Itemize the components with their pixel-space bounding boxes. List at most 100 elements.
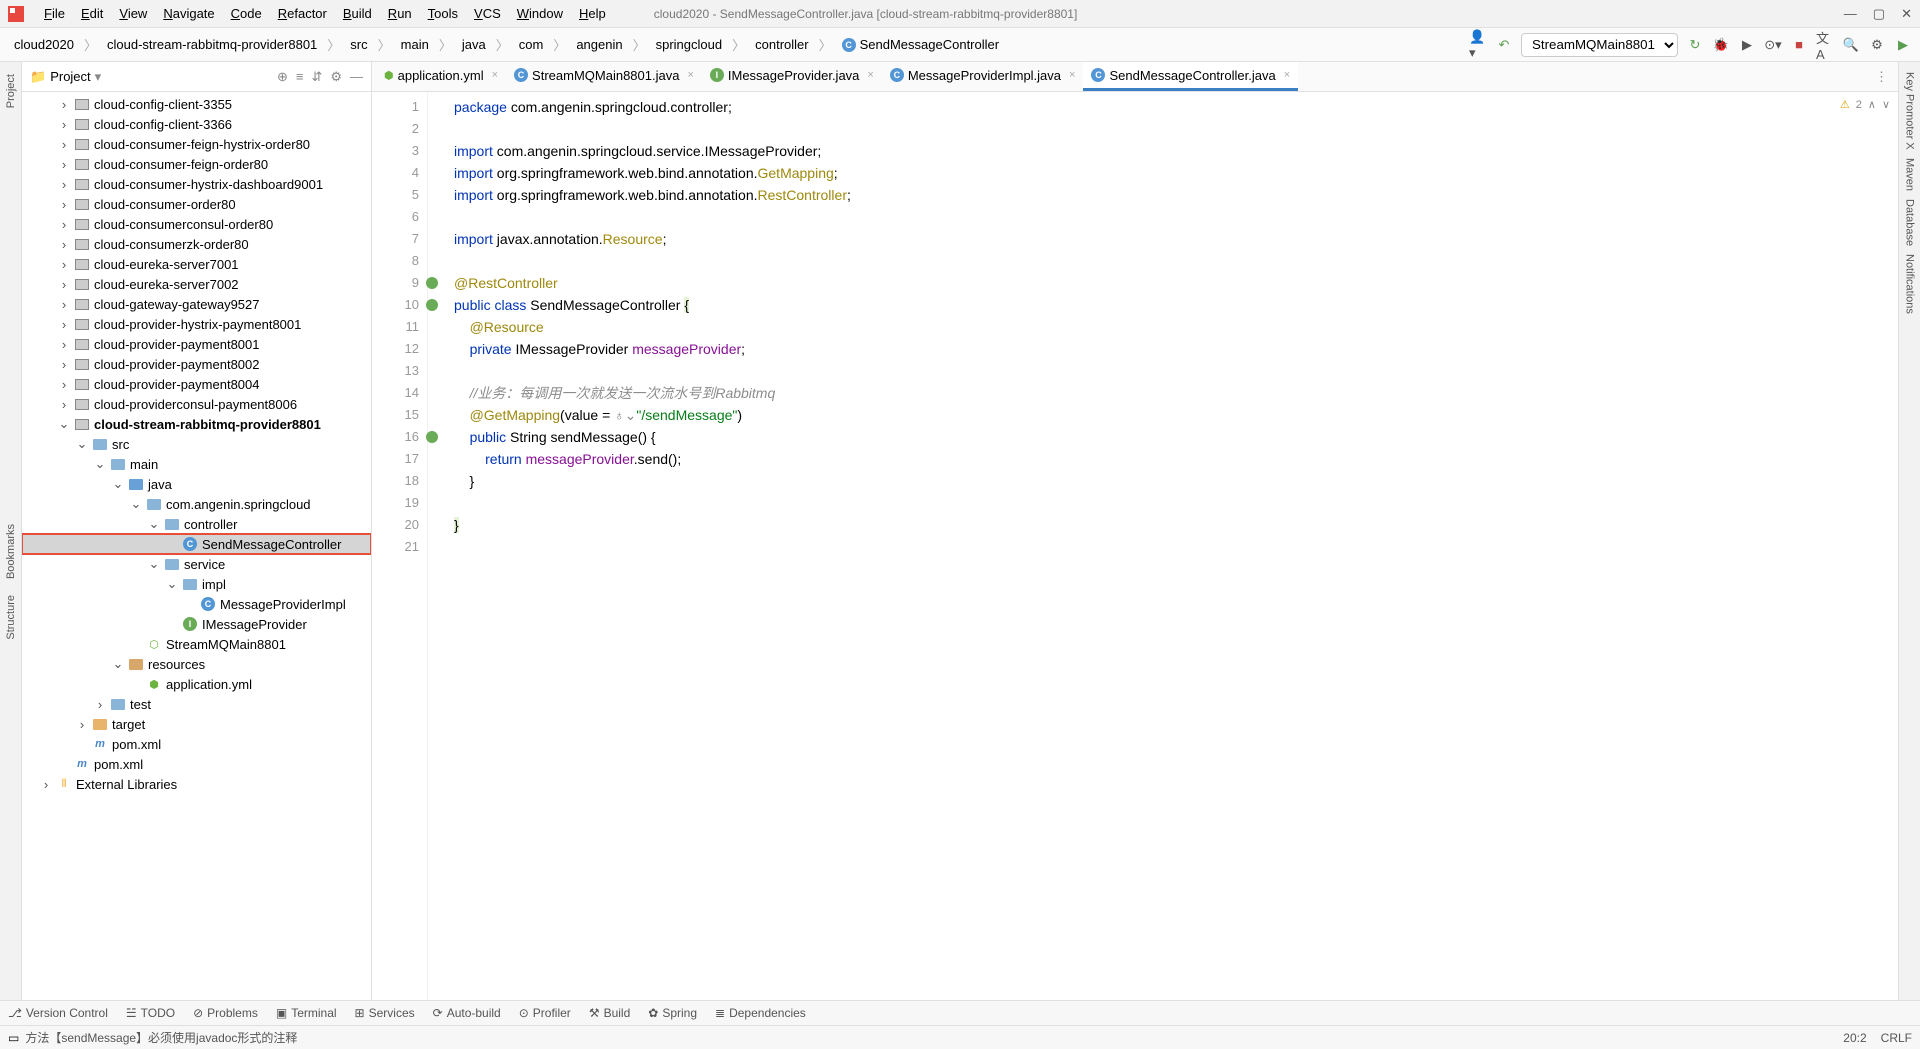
tool-problems[interactable]: ⊘Problems — [193, 1006, 258, 1020]
tree-node[interactable]: ⬢application.yml — [22, 674, 371, 694]
tree-node[interactable]: ›cloud-providerconsul-payment8006 — [22, 394, 371, 414]
tree-node[interactable]: ⬡StreamMQMain8801 — [22, 634, 371, 654]
close-tab-icon[interactable]: × — [1284, 69, 1290, 81]
tree-node[interactable]: ›cloud-eureka-server7002 — [22, 274, 371, 294]
tree-node[interactable]: ›target — [22, 714, 371, 734]
tree-node[interactable]: ›cloud-consumer-hystrix-dashboard9001 — [22, 174, 371, 194]
project-tree[interactable]: ›cloud-config-client-3355›cloud-config-c… — [22, 92, 371, 1000]
close-tab-icon[interactable]: × — [867, 69, 873, 81]
minimize-button[interactable]: — — [1844, 6, 1857, 22]
tree-node[interactable]: ›cloud-consumer-order80 — [22, 194, 371, 214]
tree-node[interactable]: ›cloud-provider-payment8001 — [22, 334, 371, 354]
next-icon[interactable]: ∨ — [1882, 98, 1890, 111]
menu-refactor[interactable]: Refactor — [270, 6, 335, 21]
run-icon[interactable]: ↻ — [1686, 36, 1704, 54]
breadcrumb-item[interactable]: cloud2020 — [8, 35, 80, 54]
tree-node[interactable]: ⌄java — [22, 474, 371, 494]
menu-edit[interactable]: Edit — [73, 6, 111, 21]
tree-node[interactable]: ›test — [22, 694, 371, 714]
editor-tab[interactable]: CMessageProviderImpl.java× — [882, 62, 1084, 91]
project-view-dropdown[interactable]: ▾ — [95, 69, 102, 85]
tree-node[interactable]: mpom.xml — [22, 734, 371, 754]
close-tab-icon[interactable]: × — [687, 69, 693, 81]
editor-tab[interactable]: IIMessageProvider.java× — [702, 62, 882, 91]
run-anything-icon[interactable]: ▶ — [1894, 36, 1912, 54]
menu-window[interactable]: Window — [509, 6, 571, 21]
settings-icon[interactable]: ⚙ — [330, 69, 342, 85]
breadcrumb-item[interactable]: java — [456, 35, 492, 54]
tool-profiler[interactable]: ⊙Profiler — [519, 1006, 571, 1020]
tree-node[interactable]: CSendMessageController — [22, 534, 371, 554]
menu-vcs[interactable]: VCS — [466, 6, 509, 21]
tree-node[interactable]: ›⫴External Libraries — [22, 774, 371, 794]
menu-code[interactable]: Code — [223, 6, 270, 21]
breadcrumb-item[interactable]: controller — [749, 35, 814, 54]
breadcrumb-item[interactable]: main — [395, 35, 435, 54]
hide-icon[interactable]: — — [350, 69, 363, 85]
user-icon[interactable]: 👤▾ — [1469, 36, 1487, 54]
tree-node[interactable]: ⌄resources — [22, 654, 371, 674]
menu-help[interactable]: Help — [571, 6, 614, 21]
translate-icon[interactable]: 文A — [1816, 36, 1834, 54]
run-config-selector[interactable]: StreamMQMain8801 — [1521, 33, 1678, 57]
tree-node[interactable]: ›cloud-consumerzk-order80 — [22, 234, 371, 254]
line-gutter[interactable]: 123456789101112131415161718192021 — [372, 92, 428, 1000]
tree-node[interactable]: ›cloud-eureka-server7001 — [22, 254, 371, 274]
menu-run[interactable]: Run — [380, 6, 420, 21]
notifications-button[interactable]: Notifications — [1904, 250, 1916, 318]
tool-auto-build[interactable]: ⟳Auto-build — [433, 1006, 501, 1020]
breadcrumb-item[interactable]: angenin — [570, 35, 628, 54]
tree-node[interactable]: mpom.xml — [22, 754, 371, 774]
debug-icon[interactable]: 🐞 — [1712, 36, 1730, 54]
menu-build[interactable]: Build — [335, 6, 380, 21]
menu-navigate[interactable]: Navigate — [155, 6, 222, 21]
editor-tab[interactable]: CSendMessageController.java× — [1083, 62, 1298, 91]
breadcrumb-item[interactable]: src — [344, 35, 373, 54]
tree-node[interactable]: ›cloud-provider-hystrix-payment8001 — [22, 314, 371, 334]
tree-node[interactable]: ⌄main — [22, 454, 371, 474]
inspection-widget[interactable]: ⚠ 2 ∧ ∨ — [1840, 98, 1890, 111]
editor-tab[interactable]: ⬢application.yml× — [376, 62, 506, 91]
close-button[interactable]: ✕ — [1901, 6, 1912, 22]
expand-icon[interactable]: ≡ — [296, 69, 304, 85]
code-content[interactable]: package com.angenin.springcloud.controll… — [428, 92, 1898, 1000]
caret-position[interactable]: 20:2 — [1843, 1031, 1866, 1045]
tree-node[interactable]: CMessageProviderImpl — [22, 594, 371, 614]
tree-node[interactable]: ⌄controller — [22, 514, 371, 534]
menu-tools[interactable]: Tools — [420, 6, 466, 21]
tool-terminal[interactable]: ▣Terminal — [276, 1006, 337, 1020]
tree-node[interactable]: ›cloud-consumer-feign-order80 — [22, 154, 371, 174]
tool-dependencies[interactable]: ≣Dependencies — [715, 1006, 806, 1020]
tool-version-control[interactable]: ⎇Version Control — [8, 1006, 108, 1020]
collapse-icon[interactable]: ⇵ — [311, 69, 322, 85]
profile-icon[interactable]: ⊙▾ — [1764, 36, 1782, 54]
tabs-more-icon[interactable]: ⋮ — [1865, 69, 1898, 85]
close-tab-icon[interactable]: × — [1069, 69, 1075, 81]
tree-node[interactable]: ⌄cloud-stream-rabbitmq-provider8801 — [22, 414, 371, 434]
tool-services[interactable]: ⊞Services — [355, 1006, 415, 1020]
prev-icon[interactable]: ∧ — [1868, 98, 1876, 111]
close-tab-icon[interactable]: × — [492, 69, 498, 81]
tree-node[interactable]: ›cloud-config-client-3366 — [22, 114, 371, 134]
tool-todo[interactable]: ☱TODO — [126, 1006, 175, 1020]
locate-icon[interactable]: ⊕ — [277, 69, 288, 85]
structure-tool-button[interactable]: Structure — [5, 591, 17, 644]
status-icon[interactable]: ▭ — [8, 1031, 19, 1045]
tool-spring[interactable]: ✿Spring — [648, 1006, 697, 1020]
tree-node[interactable]: ›cloud-gateway-gateway9527 — [22, 294, 371, 314]
maximize-button[interactable]: ▢ — [1873, 6, 1885, 22]
line-separator[interactable]: CRLF — [1881, 1031, 1912, 1045]
settings-icon[interactable]: ⚙ — [1868, 36, 1886, 54]
menu-file[interactable]: File — [36, 6, 73, 21]
editor-tab[interactable]: CStreamMQMain8801.java× — [506, 62, 702, 91]
back-icon[interactable]: ↶ — [1495, 36, 1513, 54]
tree-node[interactable]: ›cloud-consumerconsul-order80 — [22, 214, 371, 234]
tree-node[interactable]: IIMessageProvider — [22, 614, 371, 634]
bookmarks-tool-button[interactable]: Bookmarks — [5, 520, 17, 583]
tool-build[interactable]: ⚒Build — [589, 1006, 630, 1020]
breadcrumb-item[interactable]: CSendMessageController — [836, 35, 1005, 55]
key-promoter-button[interactable]: Key Promoter X — [1904, 68, 1916, 154]
coverage-icon[interactable]: ▶ — [1738, 36, 1756, 54]
tree-node[interactable]: ›cloud-config-client-3355 — [22, 94, 371, 114]
tree-node[interactable]: ›cloud-consumer-feign-hystrix-order80 — [22, 134, 371, 154]
